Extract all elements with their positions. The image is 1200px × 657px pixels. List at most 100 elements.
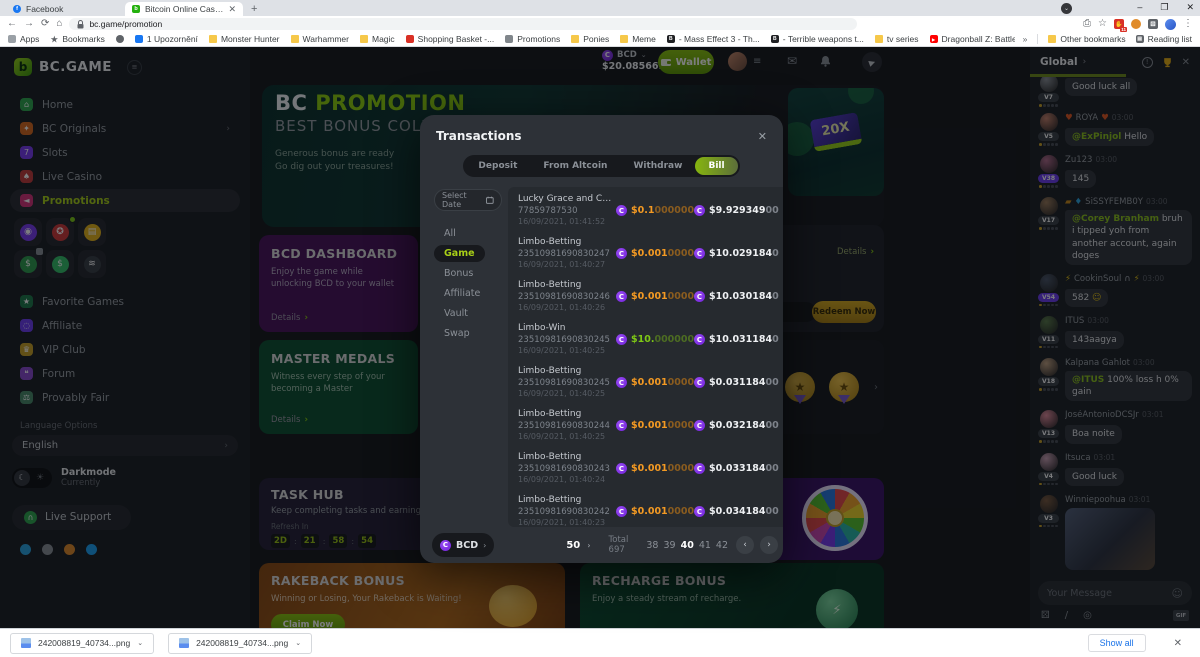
transaction-amount: C$0.00100000 bbox=[616, 420, 694, 431]
show-all-downloads-button[interactable]: Show all bbox=[1088, 634, 1146, 652]
bcd-coin-icon: C bbox=[694, 248, 705, 259]
transaction-id: 23510981690830246 bbox=[518, 292, 616, 303]
cast-icon[interactable]: ⎙ bbox=[1083, 19, 1091, 29]
bcd-coin-icon: C bbox=[616, 463, 627, 474]
select-date-button[interactable]: Select Date bbox=[434, 189, 502, 211]
browser-tab[interactable]: fFacebook bbox=[6, 2, 124, 16]
modal-close-icon[interactable]: ✕ bbox=[758, 130, 767, 143]
bookmark-item[interactable]: B- Terrible weapons t... bbox=[771, 34, 864, 44]
transaction-row: Limbo-Betting2351098169083024316/09/2021… bbox=[518, 447, 775, 490]
reload-icon[interactable]: ⟳ bbox=[41, 19, 49, 29]
filter-game[interactable]: Game bbox=[434, 245, 485, 262]
tab-search-icon[interactable]: ⌄ bbox=[1061, 3, 1072, 14]
transaction-name: Limbo-Betting bbox=[518, 280, 616, 292]
page-number[interactable]: 42 bbox=[716, 540, 728, 551]
minimize-button[interactable]: – bbox=[1137, 2, 1142, 12]
page-size-selector[interactable]: 50› bbox=[566, 540, 590, 551]
close-window-button[interactable]: ✕ bbox=[1186, 2, 1194, 13]
filter-all[interactable]: All bbox=[434, 225, 466, 242]
transaction-row: Lucky Grace and Charm-B...7785978753016/… bbox=[518, 189, 775, 232]
browser-menu-icon[interactable]: ⋮ bbox=[1183, 19, 1193, 29]
page-number[interactable]: 40 bbox=[681, 540, 694, 551]
bcd-coin-icon: C bbox=[616, 506, 627, 517]
bookmark-item[interactable]: Monster Hunter bbox=[209, 34, 280, 44]
home-icon[interactable]: ⌂ bbox=[56, 19, 62, 29]
next-page-button[interactable]: › bbox=[760, 536, 778, 554]
balance-value: $9.92934900 bbox=[709, 205, 779, 216]
transaction-row: Limbo-Win2351098169083024516/09/2021, 01… bbox=[518, 318, 775, 361]
adblock-extension-icon[interactable]: ✋11 bbox=[1114, 19, 1124, 29]
other-bookmarks[interactable]: Other bookmarks bbox=[1048, 34, 1125, 44]
bookmark-item[interactable]: Promotions bbox=[505, 34, 560, 44]
bookmark-item[interactable]: 1 Upozornění bbox=[135, 34, 198, 44]
browser-profile-avatar[interactable] bbox=[1165, 19, 1176, 30]
url-field[interactable]: bc.game/promotion bbox=[69, 18, 857, 30]
download-filename: 242008819_40734...png bbox=[196, 638, 288, 648]
page-number[interactable]: 38 bbox=[646, 540, 658, 551]
page-number[interactable]: 41 bbox=[699, 540, 711, 551]
filter-affiliate[interactable]: Affiliate bbox=[434, 285, 490, 302]
filter-bonus[interactable]: Bonus bbox=[434, 265, 483, 282]
bookmark-item[interactable]: Shopping Basket -... bbox=[406, 34, 495, 44]
image-file-icon bbox=[21, 638, 31, 648]
divider bbox=[1037, 34, 1038, 44]
currency-selector[interactable]: C BCD › bbox=[432, 533, 494, 557]
bcd-coin-icon: C bbox=[694, 463, 705, 474]
bookmarks-overflow-icon[interactable]: » bbox=[1023, 34, 1028, 44]
download-item[interactable]: 242008819_40734...png ⌄ bbox=[10, 633, 154, 654]
bookmark-item[interactable]: tv series bbox=[875, 34, 919, 44]
download-caret-icon[interactable]: ⌄ bbox=[295, 639, 301, 647]
bookmark-item[interactable]: Apps bbox=[8, 34, 39, 44]
bookmark-label: Bookmarks bbox=[62, 34, 105, 44]
bookmark-label: Monster Hunter bbox=[221, 34, 280, 44]
download-item[interactable]: 242008819_40734...png ⌄ bbox=[168, 633, 312, 654]
screen: fFacebookbBitcoin Online Casino Bonuses … bbox=[0, 0, 1200, 657]
bookmark-label: 1 Upozornění bbox=[147, 34, 198, 44]
reading-list-icon: ▤ bbox=[1136, 35, 1144, 43]
tab-bill[interactable]: Bill bbox=[695, 157, 737, 175]
filter-swap[interactable]: Swap bbox=[434, 325, 480, 342]
page-number[interactable]: 39 bbox=[663, 540, 675, 551]
transaction-amount: C$0.00100000 bbox=[616, 377, 694, 388]
transaction-date: 16/09/2021, 01:40:25 bbox=[518, 346, 616, 356]
transaction-amount: C$0.10000000 bbox=[616, 205, 694, 216]
bookmark-item[interactable]: B- Mass Effect 3 - Th... bbox=[667, 34, 760, 44]
facebook-favicon: f bbox=[13, 5, 21, 13]
bookmark-item[interactable]: Meme bbox=[620, 34, 656, 44]
bookmark-item[interactable]: ★Bookmarks bbox=[50, 34, 105, 44]
transaction-balance: C$0.03218400 bbox=[694, 420, 779, 431]
download-filename: 242008819_40734...png bbox=[38, 638, 130, 648]
folder-icon bbox=[571, 35, 579, 43]
new-tab-button[interactable]: + bbox=[251, 3, 257, 15]
bookmark-item[interactable]: Magic bbox=[360, 34, 395, 44]
balance-trailing-zeros: 0 bbox=[772, 334, 779, 345]
maximize-button[interactable]: ❐ bbox=[1160, 2, 1168, 13]
transaction-balance: C$0.03318400 bbox=[694, 463, 779, 474]
downloads-close-icon[interactable]: ✕ bbox=[1174, 638, 1182, 649]
prev-page-button[interactable]: ‹ bbox=[736, 536, 754, 554]
bookmark-item[interactable]: Warhammer bbox=[291, 34, 349, 44]
balance-value: $0.03118400 bbox=[709, 377, 779, 388]
bookmark-item[interactable]: ▶Dragonball Z: Battle... bbox=[930, 34, 1015, 44]
bookmark-label: Ponies bbox=[583, 34, 609, 44]
extension-icon[interactable] bbox=[1131, 19, 1141, 29]
bookmark-label: - Terrible weapons t... bbox=[783, 34, 864, 44]
browser-tab[interactable]: bBitcoin Online Casino Bonuses a✕ bbox=[125, 2, 243, 16]
back-icon[interactable]: ← bbox=[7, 19, 17, 29]
extensions-puzzle-icon[interactable]: ⚄ bbox=[1148, 19, 1158, 29]
tab-close-icon[interactable]: ✕ bbox=[228, 4, 236, 15]
reading-list[interactable]: ▤Reading list bbox=[1136, 34, 1192, 44]
forward-icon[interactable]: → bbox=[24, 19, 34, 29]
tab-from-altcoin[interactable]: From Altcoin bbox=[530, 157, 620, 175]
filter-vault[interactable]: Vault bbox=[434, 305, 478, 322]
bcd-coin-icon: C bbox=[616, 205, 627, 216]
bookmark-item[interactable] bbox=[116, 35, 124, 43]
tab-deposit[interactable]: Deposit bbox=[465, 157, 530, 175]
folder-icon bbox=[1048, 35, 1056, 43]
bookmark-item[interactable]: Ponies bbox=[571, 34, 609, 44]
tab-withdraw[interactable]: Withdraw bbox=[620, 157, 695, 175]
bookmark-star-icon[interactable]: ☆ bbox=[1098, 19, 1107, 29]
download-caret-icon[interactable]: ⌄ bbox=[137, 639, 143, 647]
transaction-id: 23510981690830245 bbox=[518, 335, 616, 346]
gray-app-icon bbox=[505, 35, 513, 43]
